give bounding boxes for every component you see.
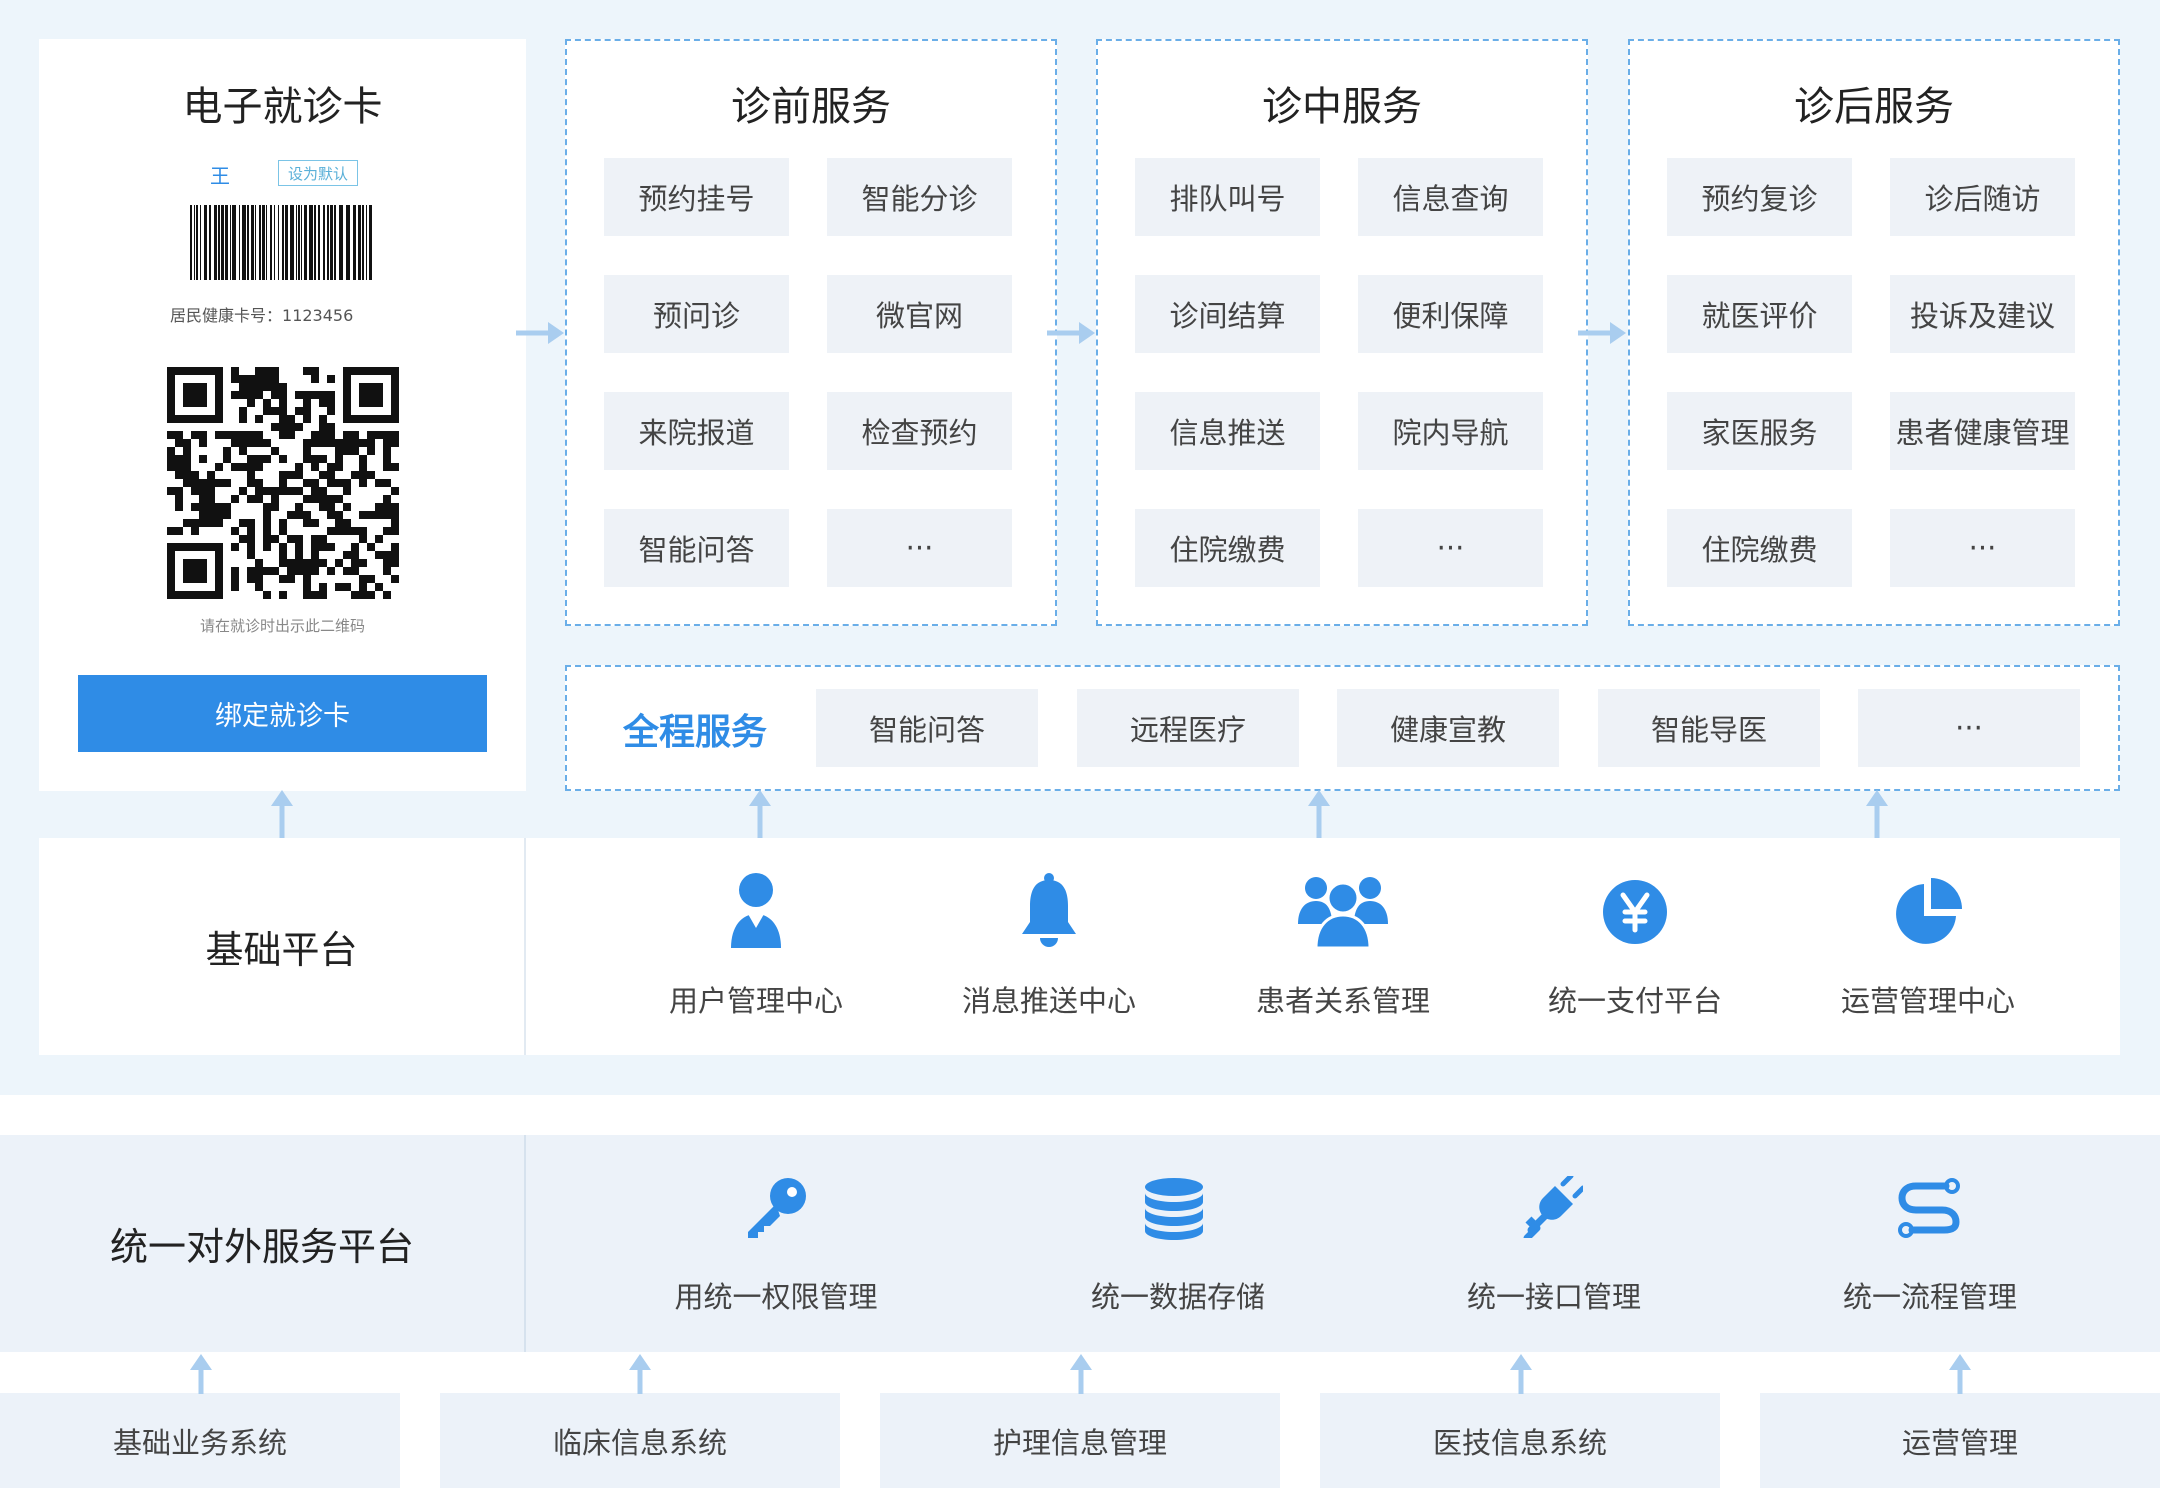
post-visit-item[interactable]: 投诉及建议 [1890,275,2075,353]
database-icon [1144,1178,1204,1240]
in-visit-item[interactable]: 诊间结算 [1135,275,1320,353]
bind-card-button[interactable]: 绑定就诊卡 [78,675,487,752]
pre-visit-more[interactable]: ··· [827,509,1012,587]
in-visit-item[interactable]: 信息查询 [1358,158,1543,236]
user-center-label: 用户管理中心 [668,984,843,1018]
e-card-title: 电子就诊卡 [182,84,383,130]
arrow-right [1578,322,1626,344]
data-storage-label: 统一数据存储 [1090,1280,1265,1314]
in-visit-title: 诊中服务 [1262,84,1422,130]
full-service-item[interactable]: 健康宣教 [1337,689,1559,767]
pre-visit-item[interactable]: 预问诊 [604,275,789,353]
full-service-item[interactable]: 智能问答 [816,689,1038,767]
post-visit-more[interactable]: ··· [1890,509,2075,587]
full-service-item[interactable]: 远程医疗 [1077,689,1299,767]
arrow-up [1866,790,1888,838]
yen-icon [1602,879,1668,945]
full-service-item[interactable]: 智能导医 [1598,689,1820,767]
barcode-image [190,205,372,280]
pre-visit-item[interactable]: 检查预约 [827,392,1012,470]
system-box[interactable]: 基础业务系统 [0,1393,400,1488]
flow-icon [1898,1178,1960,1238]
in-visit-item[interactable]: 住院缴费 [1135,509,1320,587]
plug-icon [1521,1173,1586,1242]
full-service-more[interactable]: ··· [1858,689,2080,767]
post-visit-item[interactable]: 患者健康管理 [1890,392,2075,470]
interface-label: 统一接口管理 [1466,1280,1641,1314]
pre-visit-item[interactable]: 预约挂号 [604,158,789,236]
arrow-up [1070,1354,1092,1394]
system-box[interactable]: 运营管理 [1760,1393,2160,1488]
full-service-title: 全程服务 [622,711,767,753]
message-center-label: 消息推送中心 [961,984,1136,1018]
in-visit-item[interactable]: 便利保障 [1358,275,1543,353]
qr-code-image [167,367,399,599]
row-divider [524,838,526,1055]
pre-visit-item[interactable]: 微官网 [827,275,1012,353]
user-icon [728,870,784,950]
arrow-up [749,790,771,838]
card-number-label: 居民健康卡号： [170,306,283,325]
key-icon [744,1176,808,1240]
arrow-up [190,1354,212,1394]
post-visit-item[interactable]: 住院缴费 [1667,509,1852,587]
process-label: 统一流程管理 [1842,1280,2017,1314]
permission-label: 用统一权限管理 [674,1280,878,1314]
post-visit-item[interactable]: 家医服务 [1667,392,1852,470]
system-box[interactable]: 临床信息系统 [440,1393,840,1488]
base-platform-title: 基础平台 [205,928,358,972]
card-holder-name: 王 [210,164,230,188]
post-visit-item[interactable]: 诊后随访 [1890,158,2075,236]
bell-icon [1019,872,1079,950]
arrow-right [1047,322,1095,344]
payment-platform-label: 统一支付平台 [1547,984,1722,1018]
row-divider [524,1135,526,1352]
arrow-up [1949,1354,1971,1394]
arrow-right [516,322,564,344]
unified-platform-title: 统一对外服务平台 [109,1225,414,1269]
post-visit-item[interactable]: 预约复诊 [1667,158,1852,236]
arrow-up [1510,1354,1532,1394]
post-visit-item[interactable]: 就医评价 [1667,275,1852,353]
in-visit-item[interactable]: 院内导航 [1358,392,1543,470]
arrow-up [1308,790,1330,838]
pre-visit-item[interactable]: 智能问答 [604,509,789,587]
arrow-up [629,1354,651,1394]
qr-caption: 请在就诊时出示此二维码 [199,617,365,635]
post-visit-title: 诊后服务 [1794,84,1954,130]
card-number-line: 居民健康卡号：1123456 [170,302,400,326]
pre-visit-title: 诊前服务 [731,84,891,130]
pie-chart-icon [1894,878,1962,946]
default-badge: 设为默认 [278,160,358,186]
system-box[interactable]: 护理信息管理 [880,1393,1280,1488]
in-visit-more[interactable]: ··· [1358,509,1543,587]
arrow-up [271,790,293,838]
group-icon [1298,872,1388,950]
in-visit-item[interactable]: 信息推送 [1135,392,1320,470]
pre-visit-item[interactable]: 来院报道 [604,392,789,470]
pre-visit-item[interactable]: 智能分诊 [827,158,1012,236]
card-number-value: 1123456 [282,306,354,325]
system-box[interactable]: 医技信息系统 [1320,1393,1720,1488]
in-visit-item[interactable]: 排队叫号 [1135,158,1320,236]
operation-center-label: 运营管理中心 [1840,984,2015,1018]
patient-relation-label: 患者关系管理 [1255,984,1430,1018]
